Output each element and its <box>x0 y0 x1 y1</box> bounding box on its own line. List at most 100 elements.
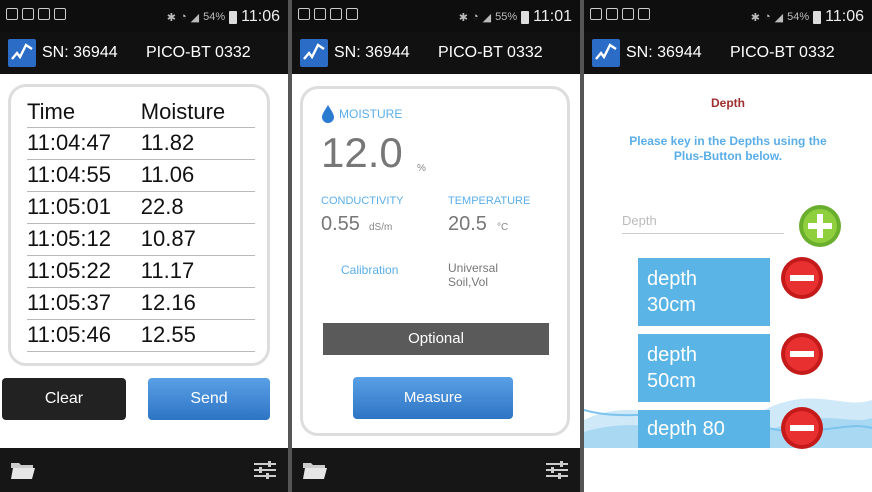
depth-label: depth 80 <box>647 418 725 440</box>
serial-number: SN: 36944 <box>42 44 118 61</box>
page-title: Depth <box>711 96 745 110</box>
battery-percent: 55% <box>495 11 518 23</box>
bluetooth-icon: ✱ <box>166 11 176 24</box>
instruction-line: Please key in the Depths using the <box>629 134 827 148</box>
app-header: SN: 36944 PICO-BT 0332 <box>584 32 872 74</box>
send-button[interactable]: Send <box>148 378 270 420</box>
cell-moisture: 11.17 <box>140 255 255 288</box>
signal-icon: ◢ <box>190 11 200 24</box>
clock: 11:06 <box>241 8 280 25</box>
readings-table: Time Moisture 11:04:47 11.82 11:04:55 11.0… <box>27 97 255 352</box>
table-row[interactable]: 11:05:46 12.55 <box>27 319 255 352</box>
signal-icon: ◢ <box>482 11 492 24</box>
depth-list-item[interactable]: depth 80 <box>638 410 770 448</box>
clock: 11:06 <box>825 8 864 25</box>
moisture-value: 12.0 <box>321 129 403 176</box>
readings-card: Time Moisture 11:04:47 11.82 11:04:55 11.0… <box>8 84 270 366</box>
add-depth-button[interactable] <box>798 204 842 248</box>
image-icon <box>330 8 342 20</box>
device-model: PICO-BT 0332 <box>146 44 251 61</box>
notification-icons <box>298 8 358 20</box>
depth-label: depth <box>647 344 698 366</box>
table-row[interactable]: 11:05:22 11.17 <box>27 255 255 288</box>
cell-moisture: 11.06 <box>140 159 255 192</box>
depth-list-item[interactable]: depth 50cm <box>638 334 770 402</box>
cell-time: 11:04:55 <box>27 159 141 192</box>
notification-icon <box>606 8 618 20</box>
temperature-value: 20.5 <box>448 213 487 235</box>
temperature-unit: °C <box>497 222 509 233</box>
camera-icon <box>54 8 66 20</box>
moisture-label: MOISTURE <box>339 107 403 121</box>
image-icon <box>622 8 634 20</box>
clear-button[interactable]: Clear <box>2 378 126 420</box>
measurement-card: MOISTURE 12.0 % CONDUCTIVITY 0.55 dS/m T… <box>300 86 570 436</box>
table-row[interactable]: 11:05:37 12.16 <box>27 287 255 320</box>
column-header-time: Time <box>27 97 141 128</box>
calibration-label[interactable]: Calibration <box>341 263 398 277</box>
status-bar: ✱ ◔ ◢ 54% 11:06 <box>0 0 288 32</box>
clock: 11:01 <box>533 8 572 25</box>
status-bar: ✱ ◔ ◢ 54% 11:06 <box>584 0 872 32</box>
calibration-value-line1: Universal <box>448 261 499 275</box>
depth-list-item[interactable]: depth 30cm <box>638 258 770 326</box>
cell-time: 11:04:47 <box>27 127 141 160</box>
cell-time: 11:05:37 <box>27 287 141 320</box>
app-logo-icon <box>8 39 36 67</box>
serial-number: SN: 36944 <box>334 44 410 61</box>
remove-depth-button[interactable] <box>780 406 824 450</box>
notification-icon <box>590 8 602 20</box>
optional-button[interactable]: Optional <box>323 323 549 355</box>
table-row[interactable]: 11:05:12 10.87 <box>27 223 255 256</box>
bottom-bar <box>292 448 580 492</box>
image-icon <box>38 8 50 20</box>
table-row[interactable]: 11:04:55 11.06 <box>27 159 255 192</box>
device-model: PICO-BT 0332 <box>730 44 835 61</box>
notification-icon <box>6 8 18 20</box>
bottom-bar <box>0 448 288 492</box>
water-drop-icon <box>322 105 334 123</box>
app-header: SN: 36944 PICO-BT 0332 <box>292 32 580 74</box>
cell-moisture: 12.16 <box>140 287 255 320</box>
moisture-unit: % <box>417 163 426 174</box>
cell-moisture: 11.82 <box>140 127 255 160</box>
bluetooth-icon: ✱ <box>750 11 760 24</box>
folder-icon[interactable] <box>10 460 36 480</box>
app-logo-icon <box>592 39 620 67</box>
notification-icon <box>314 8 326 20</box>
screen-depths: ✱ ◔ ◢ 54% 11:06 SN: 36944 PICO-BT 0332 D… <box>584 0 872 492</box>
temperature-label: TEMPERATURE <box>448 195 531 207</box>
camera-icon <box>346 8 358 20</box>
wifi-icon: ◔ <box>179 11 187 23</box>
battery-icon <box>521 10 530 24</box>
screen-readings-list: ✱ ◔ ◢ 54% 11:06 SN: 36944 PICO-BT 0332 T… <box>0 0 288 492</box>
device-model: PICO-BT 0332 <box>438 44 543 61</box>
depth-input[interactable] <box>622 208 784 234</box>
cell-time: 11:05:46 <box>27 319 141 352</box>
wifi-icon: ◔ <box>763 11 771 23</box>
table-row[interactable]: 11:04:47 11.82 <box>27 127 255 160</box>
settings-sliders-icon[interactable] <box>254 460 276 480</box>
instruction-text: Please key in the Depths using the Plus-… <box>604 134 852 164</box>
serial-number: SN: 36944 <box>626 44 702 61</box>
cell-moisture: 22.8 <box>140 191 255 224</box>
app-logo-icon <box>300 39 328 67</box>
column-header-moisture: Moisture <box>140 97 255 128</box>
conductivity-label: CONDUCTIVITY <box>321 195 404 207</box>
measure-button[interactable]: Measure <box>353 377 513 419</box>
table-row[interactable]: 11:05:01 22.8 <box>27 191 255 224</box>
depth-label: depth <box>647 268 698 290</box>
status-bar: ✱ ◔ ◢ 55% 11:01 <box>292 0 580 32</box>
battery-percent: 54% <box>787 11 810 23</box>
table-header: Time Moisture <box>27 97 255 128</box>
remove-depth-button[interactable] <box>780 332 824 376</box>
battery-icon <box>813 10 822 24</box>
folder-icon[interactable] <box>302 460 328 480</box>
wifi-icon: ◔ <box>471 11 479 23</box>
settings-sliders-icon[interactable] <box>546 460 568 480</box>
remove-depth-button[interactable] <box>780 256 824 300</box>
notification-icons <box>590 8 650 20</box>
instruction-line: Plus-Button below. <box>673 149 783 163</box>
conductivity-unit: dS/m <box>369 222 393 233</box>
notification-icons <box>6 8 66 20</box>
